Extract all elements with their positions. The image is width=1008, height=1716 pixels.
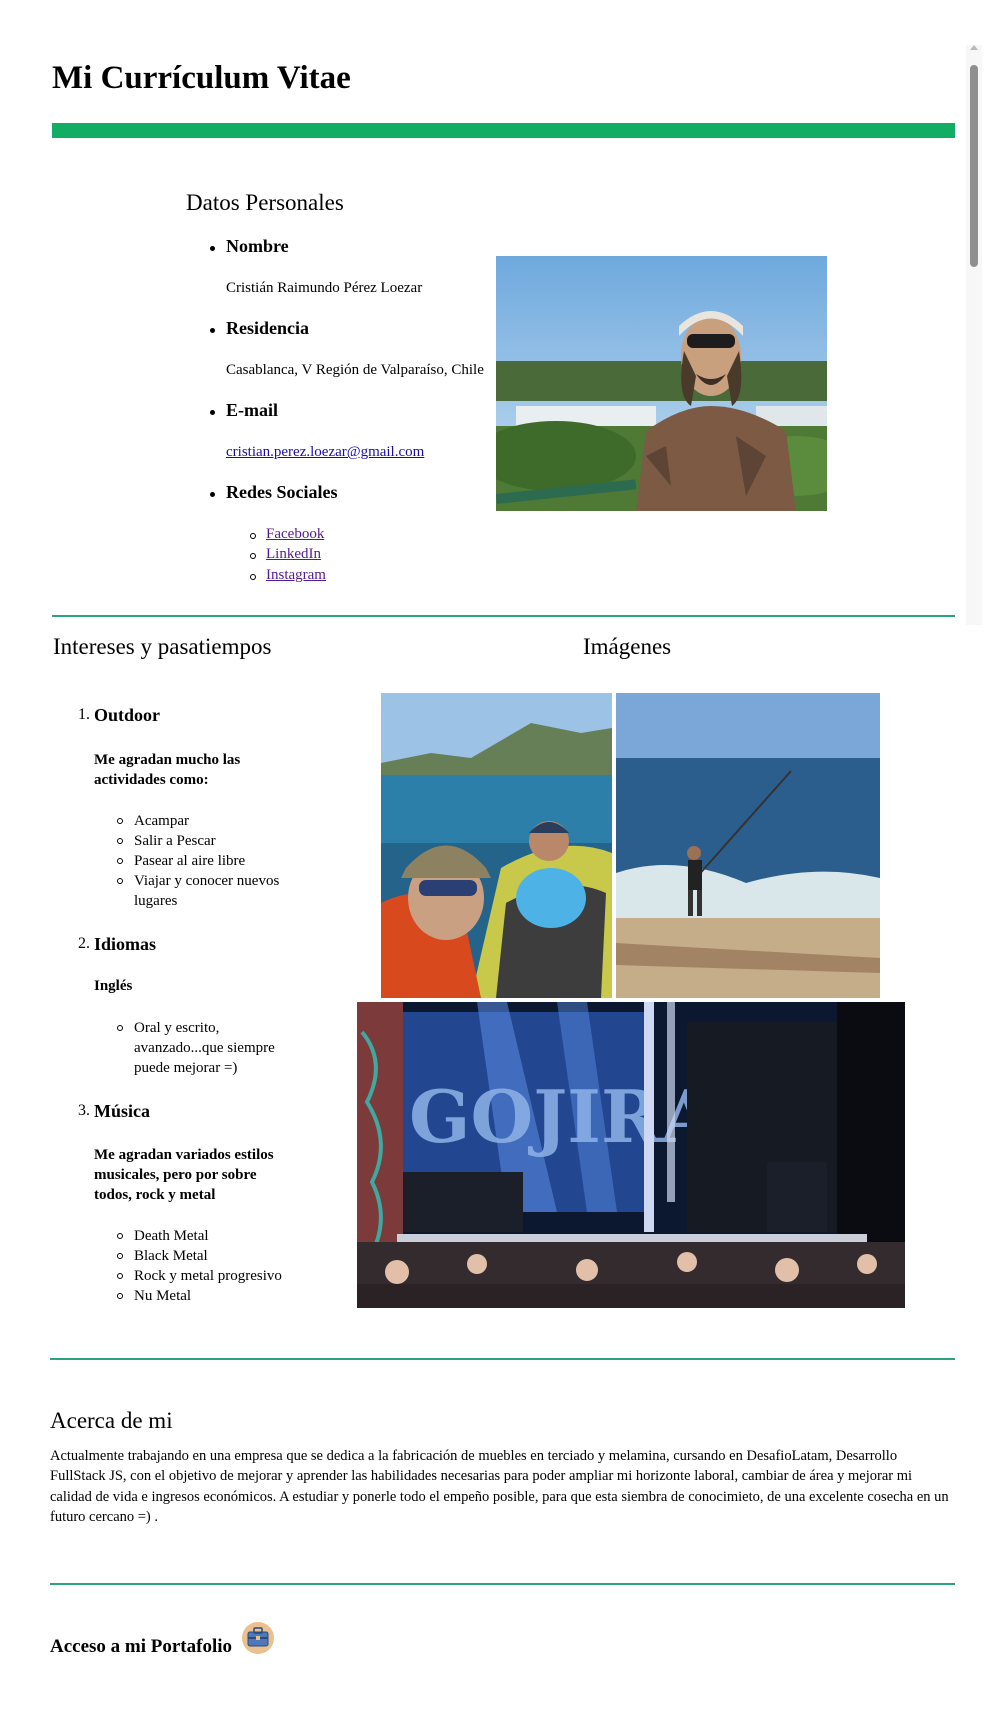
bullet-icon: [210, 246, 215, 251]
label-email: E-mail: [226, 400, 278, 420]
personal-heading: Datos Personales: [186, 190, 344, 215]
portfolio-label: Acceso a mi Portafolio: [50, 1636, 233, 1657]
label-name: Nombre: [226, 236, 289, 256]
circle-bullet-icon: [117, 1233, 123, 1239]
linkedin-link[interactable]: LinkedIn: [266, 546, 321, 563]
section-divider: [52, 615, 955, 617]
interest-subtitle-idiomas: Inglés: [94, 978, 133, 994]
circle-bullet-icon: [117, 878, 123, 884]
bullet-icon: [210, 492, 215, 497]
section-divider: [50, 1583, 955, 1585]
circle-bullet-icon: [117, 838, 123, 844]
title-accent-bar: [52, 123, 955, 138]
email-link[interactable]: cristian.perez.loezar@gmail.com: [226, 444, 424, 461]
list-item: Black Metal: [134, 1248, 208, 1264]
list-item: Salir a Pescar: [134, 833, 216, 849]
list-item: Rock y metal progresivo: [134, 1268, 282, 1284]
label-residence: Residencia: [226, 318, 309, 338]
list-item: Acampar: [134, 813, 189, 829]
bullet-icon: [210, 328, 215, 333]
about-heading: Acerca de mi: [50, 1408, 173, 1433]
list-item: Oral y escrito, avanzado...que siempre p…: [134, 1020, 275, 1076]
list-item: Viajar y conocer nuevos lugares: [134, 873, 280, 909]
list-number: 1.: [78, 706, 90, 723]
instagram-link[interactable]: Instagram: [266, 567, 326, 584]
circle-bullet-icon: [117, 818, 123, 824]
value-residence: Casablanca, V Región de Valparaíso, Chil…: [226, 362, 484, 378]
interest-title-idiomas: Idiomas: [94, 934, 157, 954]
interest-title-musica: Música: [94, 1101, 150, 1121]
list-number: 3.: [78, 1102, 90, 1119]
circle-bullet-icon: [117, 1253, 123, 1259]
circle-bullet-icon: [250, 553, 256, 559]
cv-page: Mi Currículum Vitae Datos Personales Nom…: [0, 0, 968, 1716]
value-name: Cristián Raimundo Pérez Loezar: [226, 280, 423, 296]
list-item: Nu Metal: [134, 1288, 192, 1304]
list-item: Pasear al aire libre: [134, 853, 246, 869]
interest-title-outdoor: Outdoor: [94, 705, 161, 725]
facebook-link[interactable]: Facebook: [266, 526, 324, 543]
circle-bullet-icon: [250, 533, 256, 539]
bullet-icon: [210, 410, 215, 415]
about-paragraph: Actualmente trabajando en una empresa qu…: [50, 1448, 949, 1525]
circle-bullet-icon: [117, 1025, 123, 1031]
profile-photo: [496, 256, 827, 511]
images-heading: Imágenes: [583, 634, 672, 659]
label-social: Redes Sociales: [226, 482, 338, 502]
page-title: Mi Currículum Vitae: [52, 60, 351, 96]
interest-subtitle-outdoor: Me agradan mucho las actividades como:: [94, 752, 241, 788]
scrollbar-thumb[interactable]: [970, 65, 978, 267]
interest-subtitle-musica: Me agradan variados estilos musicales, p…: [94, 1147, 274, 1203]
list-item: Death Metal: [134, 1228, 209, 1244]
vertical-scrollbar[interactable]: [966, 45, 982, 625]
interests-heading: Intereses y pasatiempos: [53, 634, 272, 659]
scroll-up-icon[interactable]: [970, 45, 978, 50]
kayak-photo: [381, 693, 612, 998]
section-divider: [50, 1358, 955, 1360]
concert-photo: GOJIRA: [357, 1002, 905, 1308]
list-number: 2.: [78, 935, 90, 952]
circle-bullet-icon: [117, 1293, 123, 1299]
briefcase-icon[interactable]: [242, 1622, 274, 1654]
circle-bullet-icon: [250, 574, 256, 580]
circle-bullet-icon: [117, 1273, 123, 1279]
circle-bullet-icon: [117, 858, 123, 864]
fishing-photo: [616, 693, 880, 998]
